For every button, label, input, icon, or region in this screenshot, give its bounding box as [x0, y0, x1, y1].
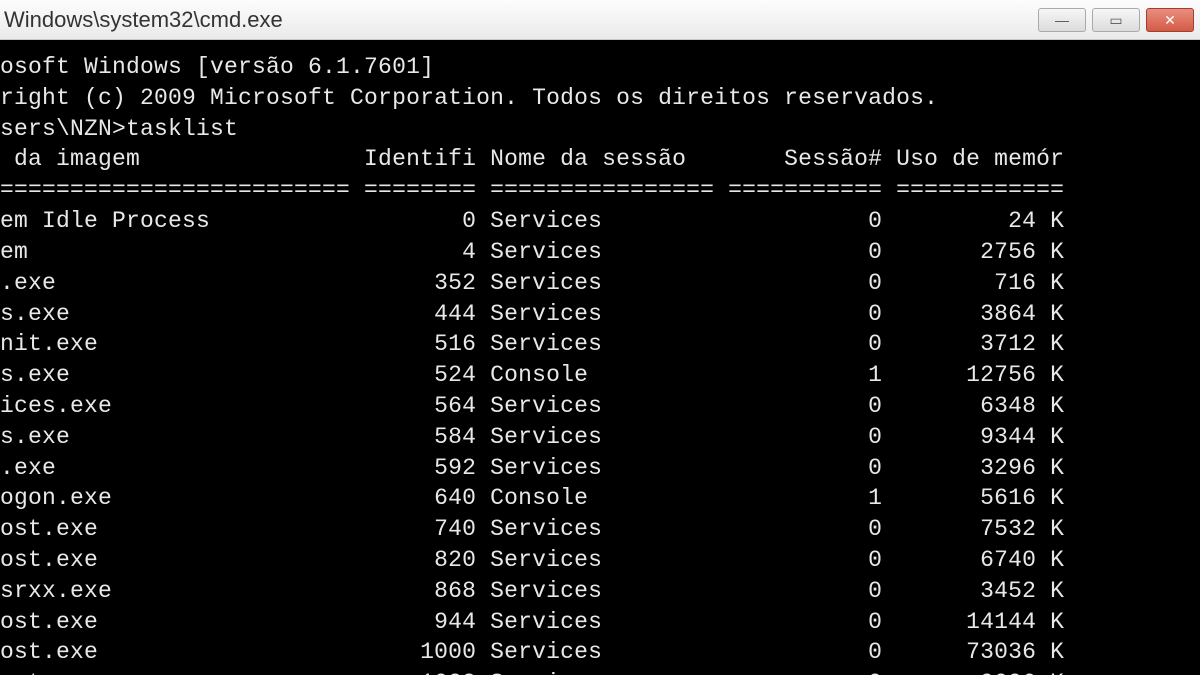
terminal-header-line: osoft Windows [versão 6.1.7601] [0, 52, 1200, 83]
table-row: s.exe 444 Services 0 3864 K [0, 299, 1200, 330]
table-header-line: ========================= ======== =====… [0, 175, 1200, 206]
maximize-icon: ▭ [1109, 13, 1122, 27]
window-titlebar: Windows\system32\cmd.exe ― ▭ ✕ [0, 0, 1200, 40]
table-row: ost.exe 1028 Services 0 9096 K [0, 668, 1200, 675]
table-row: .exe 592 Services 0 3296 K [0, 453, 1200, 484]
minimize-button[interactable]: ― [1038, 8, 1086, 32]
table-row: nit.exe 516 Services 0 3712 K [0, 329, 1200, 360]
minimize-icon: ― [1055, 13, 1069, 27]
table-row: ices.exe 564 Services 0 6348 K [0, 391, 1200, 422]
close-button[interactable]: ✕ [1146, 8, 1194, 32]
terminal-header-line: sers\NZN>tasklist [0, 114, 1200, 145]
table-row: .exe 352 Services 0 716 K [0, 268, 1200, 299]
table-row: em 4 Services 0 2756 K [0, 237, 1200, 268]
terminal-header-line: right (c) 2009 Microsoft Corporation. To… [0, 83, 1200, 114]
table-header-line: da imagem Identifi Nome da sessão Sessão… [0, 144, 1200, 175]
table-row: srxx.exe 868 Services 0 3452 K [0, 576, 1200, 607]
window-controls: ― ▭ ✕ [1038, 8, 1194, 32]
table-row: ogon.exe 640 Console 1 5616 K [0, 483, 1200, 514]
close-icon: ✕ [1164, 13, 1176, 27]
table-row: s.exe 584 Services 0 9344 K [0, 422, 1200, 453]
table-row: ost.exe 944 Services 0 14144 K [0, 607, 1200, 638]
window-title: Windows\system32\cmd.exe [4, 7, 283, 33]
table-row: em Idle Process 0 Services 0 24 K [0, 206, 1200, 237]
table-row: ost.exe 1000 Services 0 73036 K [0, 637, 1200, 668]
table-row: s.exe 524 Console 1 12756 K [0, 360, 1200, 391]
maximize-button[interactable]: ▭ [1092, 8, 1140, 32]
table-row: ost.exe 740 Services 0 7532 K [0, 514, 1200, 545]
table-row: ost.exe 820 Services 0 6740 K [0, 545, 1200, 576]
terminal-output[interactable]: osoft Windows [versão 6.1.7601]right (c)… [0, 40, 1200, 675]
